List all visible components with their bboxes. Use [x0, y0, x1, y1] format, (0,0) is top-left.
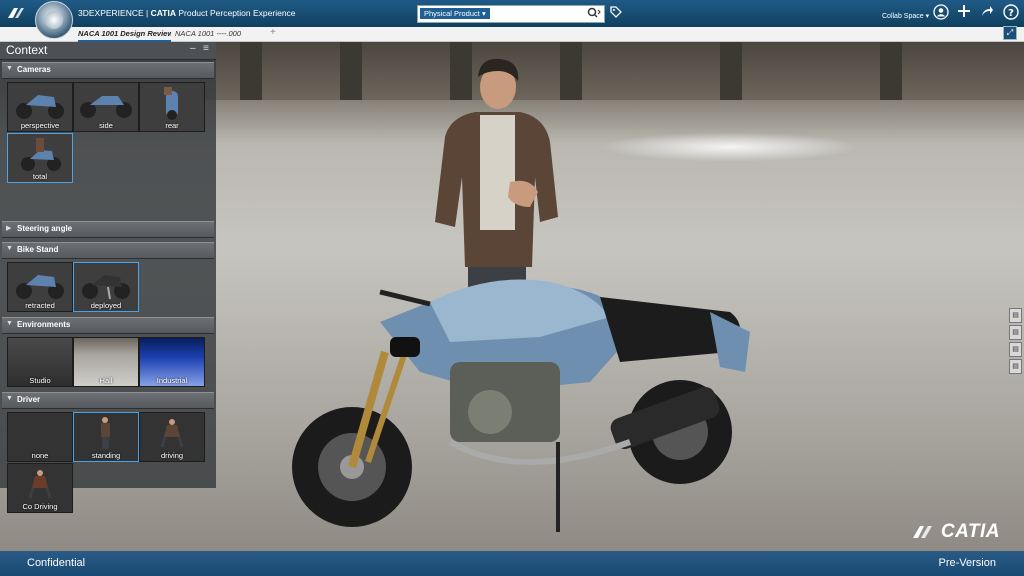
collapse-triangle-icon: ▼	[6, 395, 13, 402]
driver-thumbs: none standing driving Co Driving	[0, 409, 216, 514]
floor-light-spot	[600, 132, 860, 162]
env-thumb-studio[interactable]: Studio	[7, 337, 73, 387]
minimize-icon[interactable]: –	[190, 43, 196, 54]
side-toolbar-button[interactable]: ▤	[1009, 325, 1022, 340]
collapse-triangle-icon: ▼	[6, 245, 13, 252]
bottom-bar: Confidential Pre-Version	[0, 551, 1024, 576]
menu-icon[interactable]: ≡	[203, 43, 209, 54]
context-panel-title: Context	[6, 43, 48, 57]
driver-thumb-standing[interactable]: standing	[73, 412, 139, 462]
brand-catia: CATIA	[150, 8, 176, 18]
camera-thumb-perspective[interactable]: perspective	[7, 82, 73, 132]
collapse-triangle-icon: ▼	[6, 320, 13, 327]
driver-thumb-none[interactable]: none	[7, 412, 73, 462]
search-input[interactable]	[492, 8, 582, 19]
dassault-logo-icon[interactable]	[6, 5, 26, 25]
hall-wall	[200, 42, 1024, 100]
brand-3dexperience: 3DEXPERIENCE	[78, 8, 144, 18]
section-driver[interactable]: ▼ Driver	[2, 392, 214, 409]
driver-thumb-co-driving[interactable]: Co Driving	[7, 463, 73, 513]
cameras-thumbs: perspective side rear total	[0, 79, 216, 189]
env-thumb-hall[interactable]: Hall	[73, 337, 139, 387]
stand-thumb-deployed[interactable]: deployed	[73, 262, 139, 312]
help-icon[interactable]: ?	[1003, 4, 1019, 25]
expand-icon[interactable]: ⤢	[1003, 26, 1017, 40]
context-panel-header: Context – ≡	[0, 42, 216, 60]
side-toolbar-button[interactable]: ▤	[1009, 342, 1022, 357]
driver-thumb-driving[interactable]: driving	[139, 412, 205, 462]
brand-product: Product Perception Experience	[178, 8, 296, 18]
collab-space-selector[interactable]: Collab Space ▾	[882, 12, 929, 20]
side-toolbar: ▤ ▤ ▤ ▤	[1009, 308, 1022, 376]
tab-naca-000[interactable]: NACA 1001 ----.000	[175, 28, 255, 40]
expand-triangle-icon: ▶	[6, 225, 12, 232]
camera-thumb-total[interactable]: total	[7, 133, 73, 183]
camera-thumb-rear[interactable]: rear	[139, 82, 205, 132]
section-steering-angle[interactable]: ▶ Steering angle	[2, 221, 214, 238]
section-environments[interactable]: ▼ Environments	[2, 317, 214, 334]
confidential-label: Confidential	[27, 557, 86, 569]
search-icon[interactable]	[587, 7, 601, 22]
side-toolbar-button[interactable]: ▤	[1009, 308, 1022, 323]
env-thumb-industrial[interactable]: Industrial	[139, 337, 205, 387]
svg-text:?: ?	[1008, 8, 1014, 19]
top-bar: 3DEXPERIENCE | CATIA Product Perception …	[0, 0, 1024, 27]
tag-icon[interactable]	[609, 5, 623, 22]
collapse-triangle-icon: ▼	[6, 65, 13, 72]
side-toolbar-button[interactable]: ▤	[1009, 359, 1022, 374]
pre-version-label: Pre-Version	[938, 557, 996, 569]
search-scope-select[interactable]: Physical Product ▾	[420, 8, 490, 19]
catia-watermark: CATIA	[911, 521, 1000, 543]
bike-stand-thumbs: retracted deployed	[0, 259, 216, 315]
compass-icon[interactable]	[35, 1, 73, 39]
environments-thumbs: Studio Hall Industrial	[0, 334, 216, 390]
tab-bar: NACA 1001 Design Review NACA 1001 ----.0…	[0, 27, 1024, 42]
camera-thumb-side[interactable]: side	[73, 82, 139, 132]
motorcycle-model	[292, 279, 750, 532]
section-cameras[interactable]: ▼ Cameras	[2, 62, 214, 79]
share-icon[interactable]	[980, 4, 994, 23]
add-icon[interactable]	[957, 4, 971, 23]
context-panel: Context – ≡ ▼ Cameras perspective side r…	[0, 42, 216, 513]
app-brand: 3DEXPERIENCE | CATIA Product Perception …	[78, 8, 296, 18]
stand-thumb-retracted[interactable]: retracted	[7, 262, 73, 312]
user-profile-icon[interactable]	[933, 4, 949, 25]
tab-design-review[interactable]: NACA 1001 Design Review	[78, 28, 171, 42]
search-box: Physical Product ▾	[417, 5, 605, 23]
section-bike-stand[interactable]: ▼ Bike Stand	[2, 242, 214, 259]
add-tab-icon[interactable]: +	[270, 27, 276, 38]
